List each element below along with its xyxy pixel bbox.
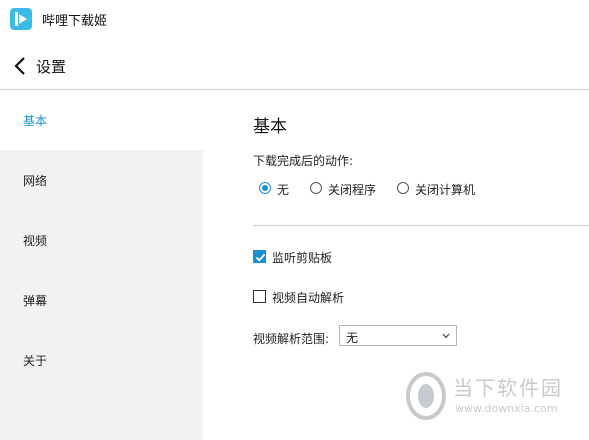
checkbox-indicator xyxy=(253,290,266,303)
settings-header: 设置 xyxy=(0,44,589,88)
sidebar-item-about[interactable]: 关于 xyxy=(0,330,203,390)
sidebar-item-label: 关于 xyxy=(23,354,48,368)
after-download-label: 下载完成后的动作: xyxy=(253,154,354,168)
auto-parse-checkbox[interactable]: 视频自动解析 xyxy=(253,288,453,306)
parse-range-label: 视频解析范围: xyxy=(253,332,330,346)
sidebar-item-label: 基本 xyxy=(23,114,48,128)
page-title: 设置 xyxy=(36,58,67,76)
watermark-url: www.downxia.com xyxy=(455,402,558,415)
sidebar: 基本 网络 视频 弹幕 关于 xyxy=(0,90,203,440)
title-bar: 哔哩下载姬 xyxy=(0,0,589,36)
app-title: 哔哩下载姬 xyxy=(42,14,108,29)
chevron-left-icon xyxy=(14,57,25,75)
chevron-down-icon xyxy=(442,333,450,339)
parse-range-select[interactable]: 无 xyxy=(339,325,457,346)
sidebar-item-label: 网络 xyxy=(23,174,48,188)
radio-shutdown-computer[interactable]: 关闭计算机 xyxy=(397,180,482,198)
section-title: 基本 xyxy=(253,117,287,137)
checkmark-icon xyxy=(255,253,266,262)
radio-label: 关闭计算机 xyxy=(415,183,476,197)
radio-label: 无 xyxy=(277,183,290,197)
sidebar-item-label: 弹幕 xyxy=(23,294,48,308)
sidebar-item-network[interactable]: 网络 xyxy=(0,150,203,210)
watermark-logo-icon xyxy=(406,372,446,420)
watermark: 当下软件园 www.downxia.com xyxy=(405,370,575,425)
radio-indicator xyxy=(310,182,322,194)
back-button[interactable]: 设置 xyxy=(14,54,74,78)
sidebar-item-video[interactable]: 视频 xyxy=(0,210,203,270)
radio-indicator xyxy=(397,182,409,194)
select-value: 无 xyxy=(346,331,359,345)
sidebar-item-danmaku[interactable]: 弹幕 xyxy=(0,270,203,330)
radio-indicator xyxy=(259,182,271,194)
checkbox-indicator xyxy=(253,250,266,263)
section-divider xyxy=(253,225,589,226)
radio-label: 关闭程序 xyxy=(328,183,377,197)
radio-close-program[interactable]: 关闭程序 xyxy=(310,180,385,198)
radio-none[interactable]: 无 xyxy=(259,180,299,198)
sidebar-item-label: 视频 xyxy=(23,234,48,248)
checkbox-label: 视频自动解析 xyxy=(272,291,345,305)
sidebar-item-basic[interactable]: 基本 xyxy=(0,90,203,150)
watermark-name: 当下软件园 xyxy=(453,376,563,400)
checkbox-label: 监听剪贴板 xyxy=(272,251,333,265)
monitor-clipboard-checkbox[interactable]: 监听剪贴板 xyxy=(253,248,453,266)
play-logo-icon xyxy=(10,8,32,30)
